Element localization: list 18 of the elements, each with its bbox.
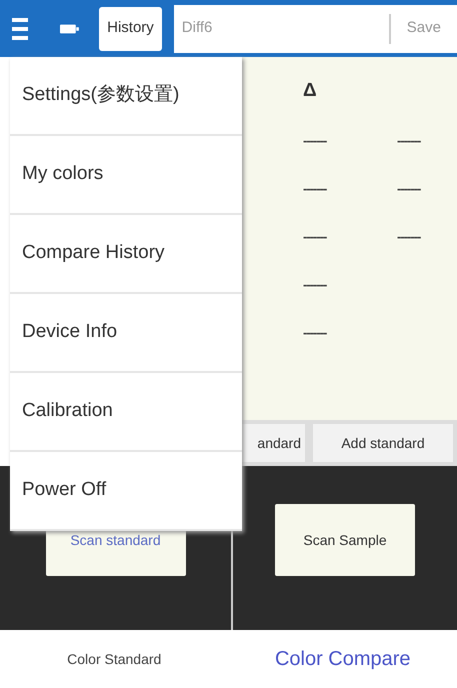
table-cell-text: -------: [303, 276, 328, 294]
history-button[interactable]: History: [99, 6, 162, 50]
menu-item[interactable]: Calibration: [10, 373, 242, 452]
table-cell-text: -------: [303, 228, 328, 246]
add-standard-button[interactable]: Add standard: [313, 424, 453, 462]
table-cell-text: -------: [303, 324, 328, 342]
menu-item[interactable]: Power Off: [10, 452, 242, 531]
table-cell-text: -------: [397, 228, 422, 246]
table-cell-text: -------: [303, 132, 328, 150]
table-cell-text: -------: [397, 180, 422, 198]
table-cell-text: -------: [303, 180, 328, 198]
table-cell-text: -------: [397, 132, 422, 150]
scan-button[interactable]: Scan Sample: [275, 504, 415, 576]
menu-item[interactable]: Compare History: [10, 215, 242, 294]
menu-item[interactable]: Settings(参数设置): [10, 57, 242, 136]
delta-header: Δ: [303, 79, 318, 103]
menu-item[interactable]: My colors: [10, 136, 242, 215]
menu-item[interactable]: Device Info: [10, 294, 242, 373]
